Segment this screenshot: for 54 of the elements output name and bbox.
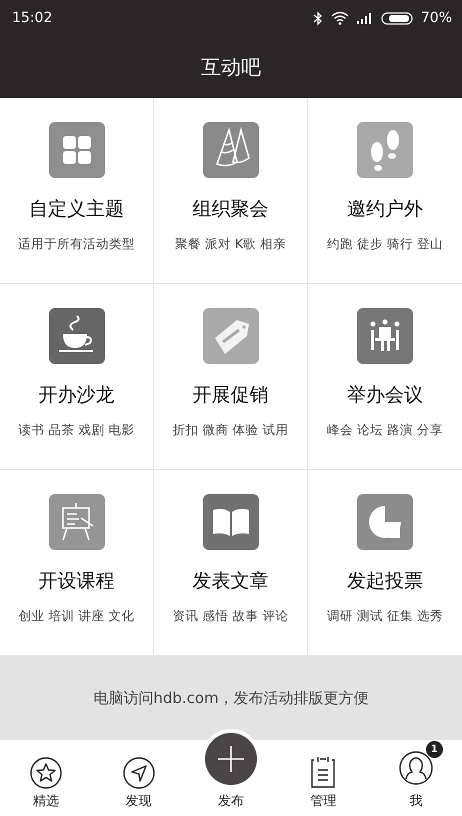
- activity-tags: 读书 品茶 戏剧 电影: [18, 422, 134, 439]
- activity-tags: 折扣 微商 体验 试用: [172, 422, 288, 439]
- user-icon: [398, 751, 433, 785]
- activity-tile[interactable]: 邀约户外 约跑 徒步 骑行 登山: [308, 98, 462, 284]
- activity-tags: 聚餐 派对 K歌 相亲: [174, 236, 286, 253]
- tab-item[interactable]: 发布: [196, 729, 266, 810]
- activity-title: 组织聚会: [192, 197, 268, 222]
- activity-icon: [202, 494, 258, 550]
- activity-title: 举办会议: [347, 383, 423, 408]
- clipboard-icon: [309, 755, 338, 789]
- activity-title: 开办沙龙: [38, 383, 114, 408]
- status-time: 15:02: [12, 10, 52, 26]
- activity-tags: 调研 测试 征集 选秀: [327, 608, 443, 625]
- activity-tags: 适用于所有活动类型: [18, 236, 135, 253]
- activity-tile[interactable]: 发表文章 资讯 感悟 故事 评论: [154, 470, 308, 656]
- navigation-icon: [122, 757, 155, 789]
- activity-icon: [48, 122, 104, 178]
- activity-tags: 创业 培训 讲座 文化: [18, 608, 134, 625]
- activity-title: 开展促销: [192, 383, 268, 408]
- activity-icon: [48, 494, 104, 550]
- battery-icon: [380, 12, 413, 24]
- activity-title: 发起投票: [347, 569, 423, 594]
- add-icon: [204, 732, 258, 786]
- tab-item[interactable]: 精选: [11, 741, 82, 810]
- activity-tags: 资讯 感悟 故事 评论: [172, 608, 288, 625]
- activity-icon: [48, 308, 104, 364]
- activity-title: 邀约户外: [347, 197, 423, 222]
- activity-icon: [202, 122, 258, 178]
- activity-tags: 峰会 论坛 路演 分享: [327, 422, 443, 439]
- activity-icon: [357, 494, 413, 550]
- activity-icon: [357, 308, 413, 364]
- tab-item[interactable]: 1 我: [380, 741, 451, 810]
- activity-tile[interactable]: 组织聚会 聚餐 派对 K歌 相亲: [154, 98, 308, 284]
- activity-icon: [357, 122, 413, 178]
- banner-text: 电脑访问hdb.com，发布活动排版更方便: [93, 688, 369, 708]
- signal-icon: [356, 12, 373, 24]
- activity-tile[interactable]: 开展促销 折扣 微商 体验 试用: [154, 284, 308, 470]
- notification-badge: 1: [426, 741, 443, 758]
- activity-tile[interactable]: 举办会议 峰会 论坛 路演 分享: [308, 284, 462, 470]
- tab-item[interactable]: 管理: [288, 741, 358, 810]
- activity-tile[interactable]: 开设课程 创业 培训 讲座 文化: [0, 470, 154, 656]
- bluetooth-icon: [312, 10, 323, 26]
- activity-title: 发表文章: [192, 569, 268, 594]
- battery-percent: 70%: [420, 10, 452, 26]
- activity-tile[interactable]: 发起投票 调研 测试 征集 选秀: [308, 470, 462, 656]
- activity-tile[interactable]: 开办沙龙 读书 品茶 戏剧 电影: [0, 284, 154, 470]
- activity-tile[interactable]: 自定义主题 适用于所有活动类型: [0, 98, 154, 284]
- page-title: 互动吧: [201, 54, 261, 80]
- activity-title: 开设课程: [38, 569, 114, 594]
- activity-tags: 约跑 徒步 骑行 登山: [327, 236, 443, 253]
- activity-title: 自定义主题: [29, 197, 124, 222]
- tab-item[interactable]: 发现: [104, 741, 174, 810]
- activity-icon: [202, 308, 258, 364]
- wifi-icon: [330, 11, 349, 25]
